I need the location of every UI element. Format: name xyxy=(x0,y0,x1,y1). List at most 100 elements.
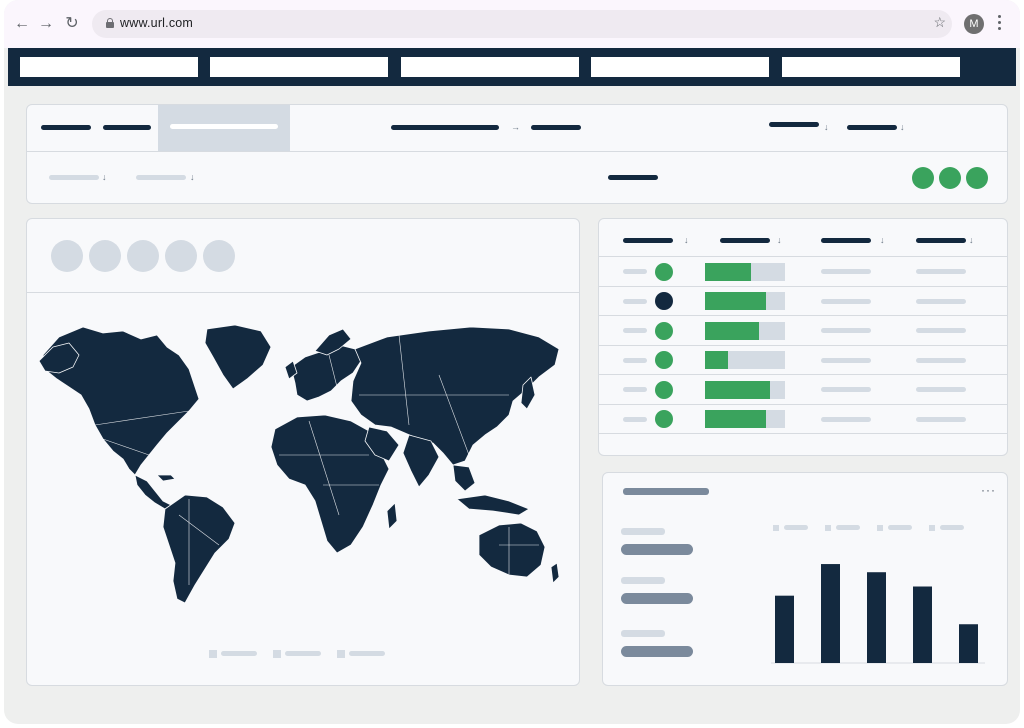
forward-icon[interactable]: → xyxy=(36,14,56,34)
chart-bar[interactable] xyxy=(959,624,978,663)
nav-item-2[interactable] xyxy=(210,57,388,77)
map-filter-chip[interactable] xyxy=(203,240,235,272)
madagascar xyxy=(386,502,398,530)
filter-dropdown-1[interactable] xyxy=(49,175,99,180)
map-filter-chip[interactable] xyxy=(165,240,197,272)
tab-2[interactable] xyxy=(103,125,151,130)
legend-label xyxy=(888,525,912,530)
legend-swatch xyxy=(877,525,883,531)
status-dot[interactable] xyxy=(939,167,961,189)
column-header[interactable] xyxy=(821,238,871,243)
greenland xyxy=(204,324,272,390)
status-indicator xyxy=(655,410,673,429)
status-indicator xyxy=(655,380,673,399)
status-dot[interactable] xyxy=(966,167,988,189)
chart-bar[interactable] xyxy=(913,586,932,664)
table-row[interactable] xyxy=(599,316,1007,346)
tab-active-label xyxy=(170,124,278,129)
table-row[interactable] xyxy=(599,287,1007,316)
map-filter-chip[interactable] xyxy=(89,240,121,272)
filter-dropdown-2[interactable] xyxy=(136,175,186,180)
chart-bar[interactable] xyxy=(867,572,886,663)
status-indicator xyxy=(655,292,673,311)
sort-dropdown-2[interactable] xyxy=(847,125,897,130)
address-bar[interactable]: www.url.com ☆ xyxy=(92,10,952,38)
legend-swatch xyxy=(273,650,281,658)
row-id xyxy=(623,298,647,304)
map-filter-chip[interactable] xyxy=(51,240,83,272)
progress-fill xyxy=(705,262,751,281)
tab-1[interactable] xyxy=(41,125,91,130)
column-header[interactable] xyxy=(916,238,966,243)
back-icon[interactable]: ← xyxy=(12,14,32,34)
legend-label xyxy=(784,525,808,530)
table-cell xyxy=(821,328,871,334)
table-cell xyxy=(916,357,966,363)
legend-swatch xyxy=(825,525,831,531)
nav-item-3[interactable] xyxy=(401,57,579,77)
tab-active[interactable] xyxy=(158,105,290,151)
legend-swatch xyxy=(773,525,779,531)
avatar[interactable]: M xyxy=(964,14,984,34)
table-row[interactable] xyxy=(599,375,1007,405)
nav-item-1[interactable] xyxy=(20,57,198,77)
reload-icon[interactable]: ↻ xyxy=(62,14,82,34)
chart-bar[interactable] xyxy=(775,595,794,663)
status-dot[interactable] xyxy=(912,167,934,189)
world-map[interactable] xyxy=(39,315,569,605)
legend-swatch xyxy=(209,650,217,658)
progress-bar xyxy=(705,321,785,340)
kpi-label xyxy=(621,528,665,535)
legend-swatch xyxy=(337,650,345,658)
table-row[interactable] xyxy=(599,346,1007,375)
south-america xyxy=(162,494,236,604)
chart-bar[interactable] xyxy=(821,564,840,663)
more-vert-icon[interactable] xyxy=(998,15,1002,33)
sort-dropdown-1[interactable] xyxy=(769,122,819,127)
row-id xyxy=(623,357,647,363)
table-cell xyxy=(916,387,966,393)
table-row[interactable] xyxy=(599,257,1007,287)
kpi-label xyxy=(621,577,665,584)
table-cell xyxy=(821,357,871,363)
chevron-down-icon: ↓ xyxy=(190,172,195,182)
table-cell xyxy=(821,387,871,393)
chart-card: ··· xyxy=(602,472,1008,686)
kpi-value xyxy=(621,646,693,657)
sort-arrow-icon[interactable]: ↓ xyxy=(880,235,885,245)
status-indicator xyxy=(655,351,673,370)
table-cell xyxy=(916,416,966,422)
divider xyxy=(599,433,1007,434)
se-asia xyxy=(452,464,476,492)
australia xyxy=(478,522,546,578)
sort-arrow-icon[interactable]: ↓ xyxy=(777,235,782,245)
legend-swatch xyxy=(929,525,935,531)
column-header[interactable] xyxy=(720,238,770,243)
data-table: ↓ ↓ ↓ ↓ xyxy=(598,218,1008,456)
map-filter-chip[interactable] xyxy=(127,240,159,272)
chevron-down-icon: ↓ xyxy=(900,122,905,132)
breadcrumb-item-2[interactable] xyxy=(531,125,581,130)
indonesia xyxy=(456,494,530,516)
nav-item-4[interactable] xyxy=(591,57,769,77)
sort-arrow-icon[interactable]: ↓ xyxy=(969,235,974,245)
table-row[interactable] xyxy=(599,405,1007,434)
breadcrumb-item-1[interactable] xyxy=(391,125,499,130)
kpi-value xyxy=(621,544,693,555)
column-header[interactable] xyxy=(623,238,673,243)
star-icon[interactable]: ☆ xyxy=(933,14,946,31)
sort-arrow-icon[interactable]: ↓ xyxy=(684,235,689,245)
progress-fill xyxy=(705,321,760,340)
chevron-down-icon: ↓ xyxy=(102,172,107,182)
caribbean xyxy=(156,474,176,482)
new-zealand xyxy=(550,562,560,584)
legend-label xyxy=(940,525,964,530)
browser-toolbar: ← → ↻ www.url.com ☆ M xyxy=(4,0,1020,48)
progress-bar xyxy=(705,410,785,429)
filter-card: → ↓ ↓ ↓ ↓ xyxy=(26,104,1008,204)
legend-label xyxy=(285,651,321,656)
more-horiz-icon[interactable]: ··· xyxy=(981,483,996,497)
row-id xyxy=(623,416,647,422)
kpi-value xyxy=(621,593,693,604)
nav-item-5[interactable] xyxy=(782,57,960,77)
